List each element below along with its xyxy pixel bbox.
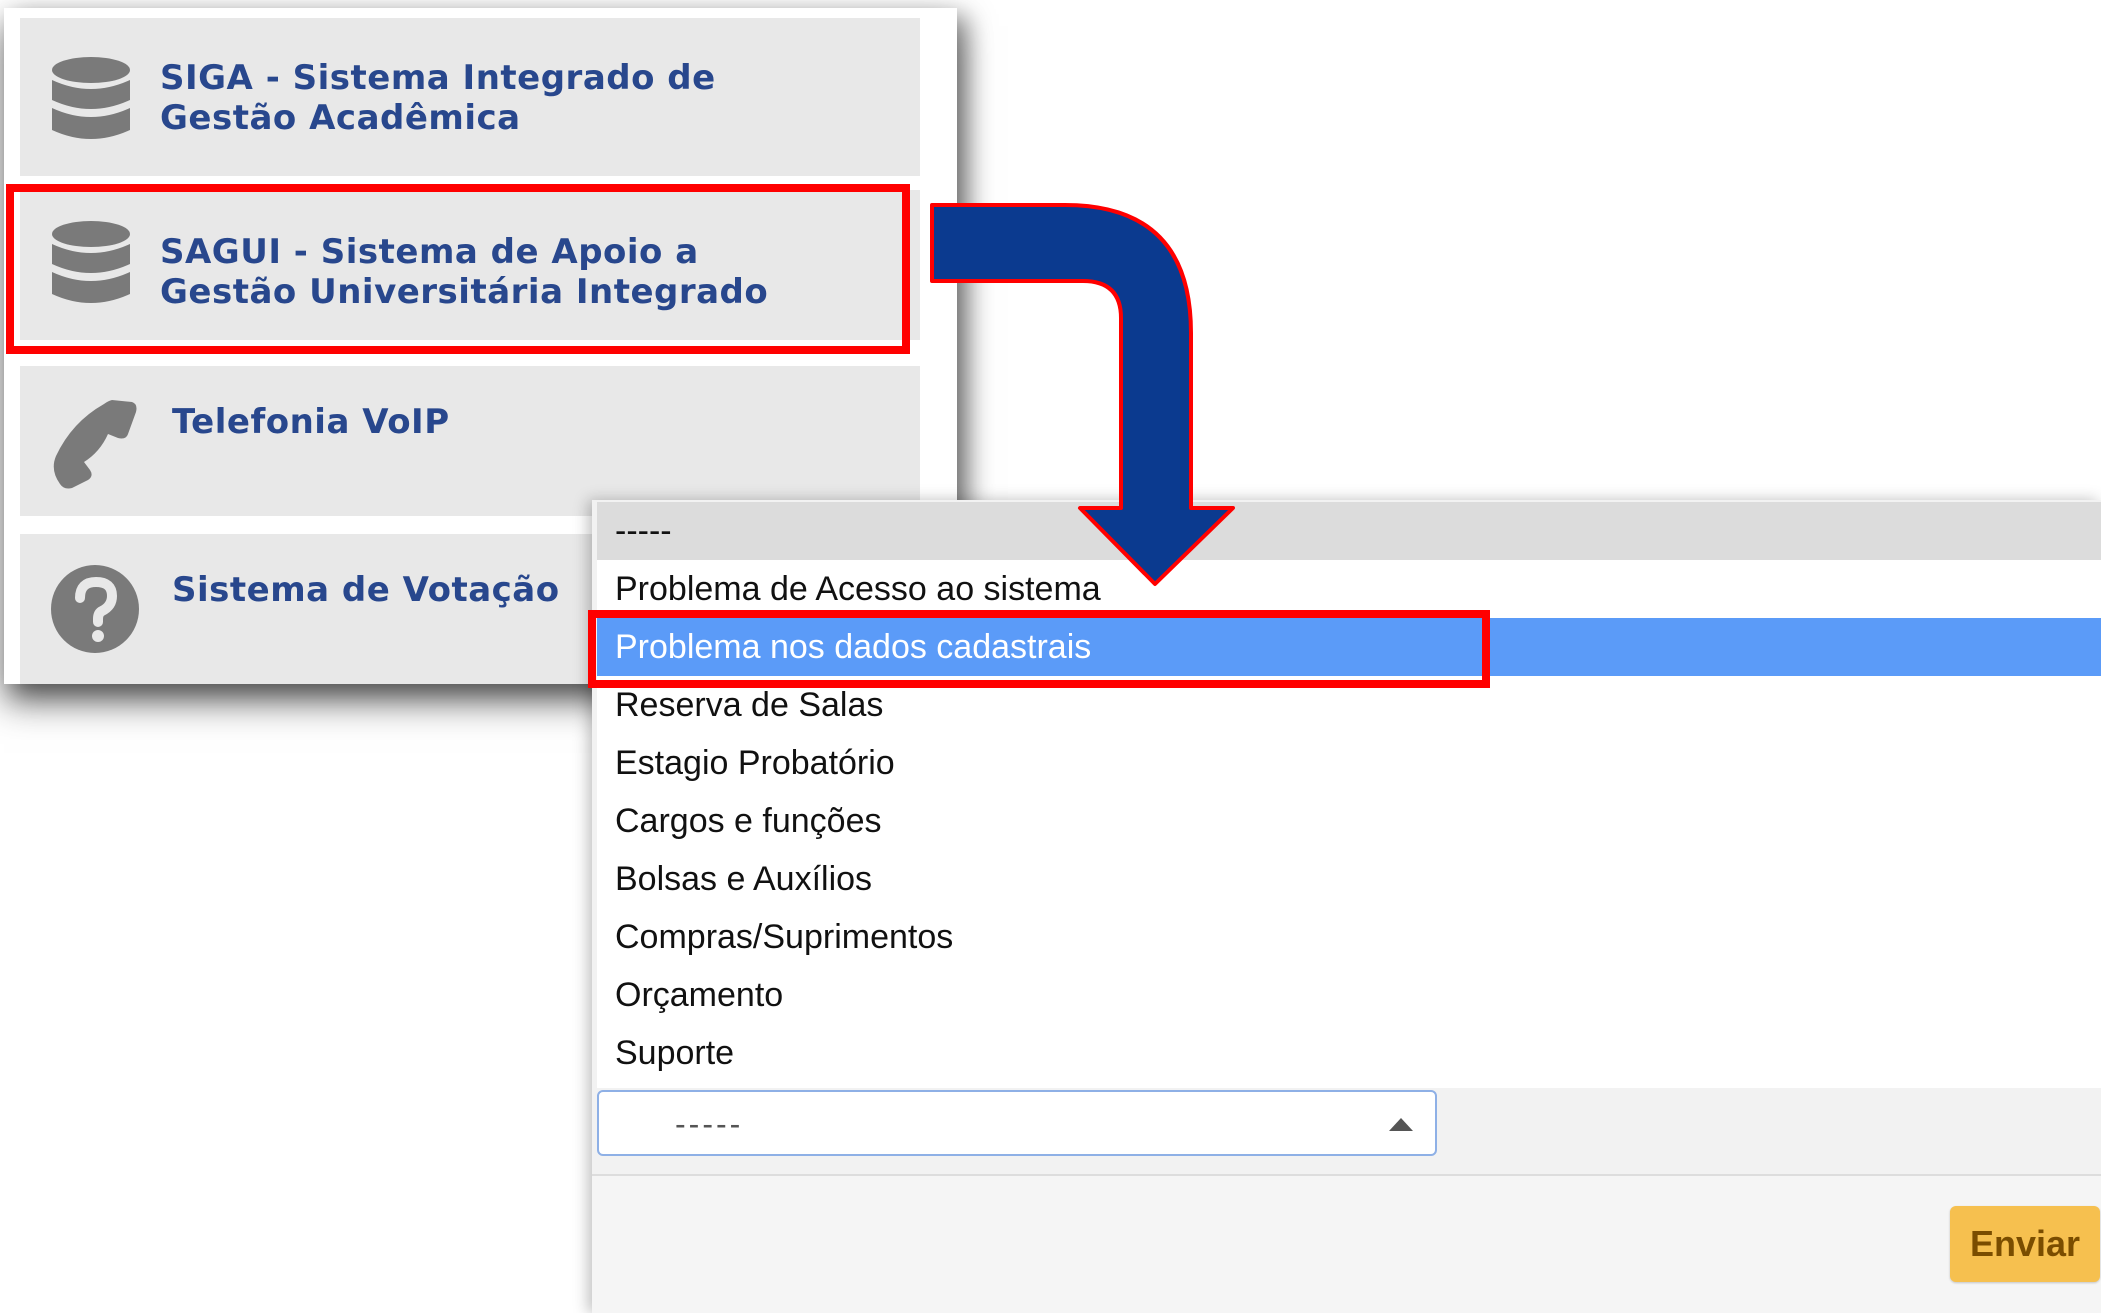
system-label-sagui: SAGUI - Sistema de Apoio a Gestão Univer… (160, 232, 769, 312)
dropdown-option-bolsas[interactable]: Bolsas e Auxílios (597, 850, 2101, 908)
dropdown-option-estagio[interactable]: Estagio Probatório (597, 734, 2101, 792)
dropdown-option-orcamento[interactable]: Orçamento (597, 966, 2101, 1024)
dropdown-option-compras[interactable]: Compras/Suprimentos (597, 908, 2101, 966)
dropdown-option-dados-cadastrais[interactable]: Problema nos dados cadastrais (597, 618, 2101, 676)
question-icon (50, 564, 140, 659)
dropdown-option-placeholder[interactable]: ----- (597, 502, 2101, 560)
category-dropdown-list[interactable]: ----- Problema de Acesso ao sistema Prob… (597, 502, 2101, 1088)
database-icon (50, 56, 132, 153)
system-label-siga: SIGA - Sistema Integrado de Gestão Acadê… (160, 58, 716, 138)
database-icon (50, 220, 132, 317)
submit-button[interactable]: Enviar (1950, 1206, 2100, 1282)
dropdown-option-acesso[interactable]: Problema de Acesso ao sistema (597, 560, 2101, 618)
system-card-telefonia[interactable]: Telefonia VoIP (20, 366, 920, 516)
system-label-telefonia: Telefonia VoIP (172, 402, 450, 442)
system-card-sagui[interactable]: SAGUI - Sistema de Apoio a Gestão Univer… (20, 190, 920, 340)
category-select-value: ----- (675, 1106, 744, 1142)
dropdown-option-reserva-salas[interactable]: Reserva de Salas (597, 676, 2101, 734)
dropdown-option-suporte[interactable]: Suporte (597, 1024, 2101, 1082)
curved-arrow-icon (930, 203, 1235, 586)
category-select[interactable]: ----- (597, 1090, 1437, 1156)
system-label-votacao: Sistema de Votação (172, 570, 560, 610)
phone-icon (50, 396, 142, 495)
form-footer (592, 1176, 2101, 1313)
caret-up-icon (1389, 1118, 1413, 1131)
dropdown-option-cargos[interactable]: Cargos e funções (597, 792, 2101, 850)
system-card-siga[interactable]: SIGA - Sistema Integrado de Gestão Acadê… (20, 18, 920, 176)
